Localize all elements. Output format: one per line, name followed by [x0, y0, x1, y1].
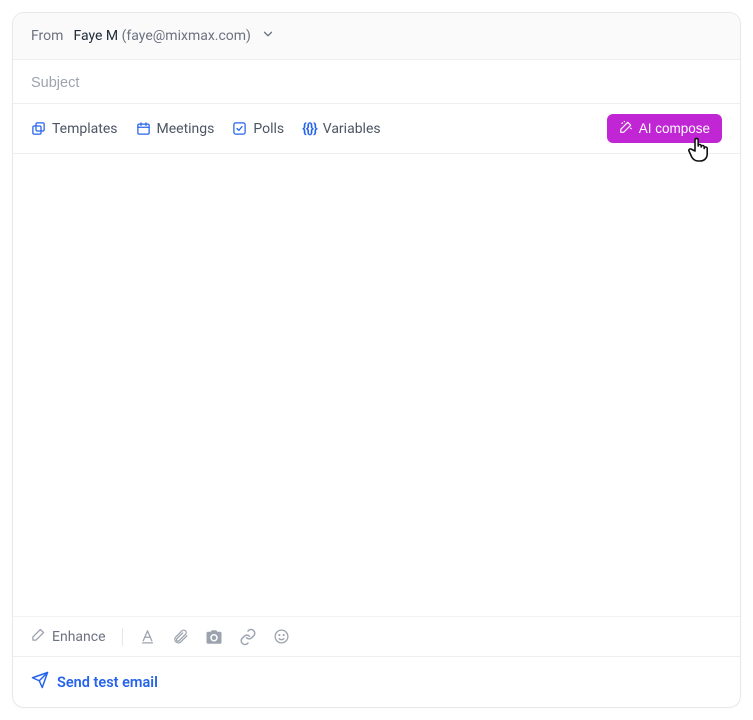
- magic-wand-icon: [619, 120, 633, 137]
- subject-input[interactable]: [31, 75, 722, 91]
- format-toolbar: Enhance: [13, 616, 740, 656]
- from-selector[interactable]: Faye M (faye@mixmax.com): [73, 27, 275, 45]
- body-area: [13, 154, 740, 616]
- checkbox-icon: [232, 121, 247, 136]
- send-test-label: Send test email: [57, 674, 158, 691]
- footer-row: Send test email: [13, 656, 740, 707]
- from-row: From Faye M (faye@mixmax.com): [13, 13, 740, 59]
- from-email: (faye@mixmax.com): [122, 28, 251, 44]
- attachment-icon[interactable]: [172, 628, 189, 645]
- text-format-icon[interactable]: [139, 628, 156, 645]
- wand-icon: [31, 627, 46, 646]
- emoji-icon[interactable]: [273, 628, 290, 645]
- templates-label: Templates: [52, 121, 118, 137]
- ai-compose-button[interactable]: AI compose: [607, 114, 722, 143]
- polls-button[interactable]: Polls: [232, 121, 284, 137]
- toolbar-left-group: Templates Meetings Polls {{}} Variables: [31, 121, 381, 137]
- chevron-down-icon: [261, 27, 275, 45]
- from-name: Faye M: [73, 28, 118, 44]
- templates-icon: [31, 121, 46, 136]
- from-label: From: [31, 28, 63, 44]
- subject-row: [13, 59, 740, 104]
- compose-textarea[interactable]: [31, 172, 722, 598]
- variables-button[interactable]: {{}} Variables: [302, 121, 380, 137]
- enhance-label: Enhance: [52, 629, 106, 645]
- ai-compose-label: AI compose: [639, 121, 710, 136]
- templates-button[interactable]: Templates: [31, 121, 118, 137]
- meetings-button[interactable]: Meetings: [136, 121, 215, 137]
- compose-toolbar: Templates Meetings Polls {{}} Variables: [13, 104, 740, 154]
- variables-icon: {{}}: [302, 121, 317, 137]
- separator: [122, 628, 123, 646]
- camera-icon[interactable]: [205, 628, 223, 646]
- send-test-email-button[interactable]: Send test email: [31, 671, 158, 693]
- variables-label: Variables: [323, 121, 381, 137]
- meetings-label: Meetings: [157, 121, 215, 137]
- calendar-icon: [136, 121, 151, 136]
- paper-plane-icon: [31, 671, 49, 693]
- compose-card: From Faye M (faye@mixmax.com) Templates: [12, 12, 741, 708]
- enhance-button[interactable]: Enhance: [31, 627, 106, 646]
- link-icon[interactable]: [239, 628, 257, 646]
- polls-label: Polls: [253, 121, 284, 137]
